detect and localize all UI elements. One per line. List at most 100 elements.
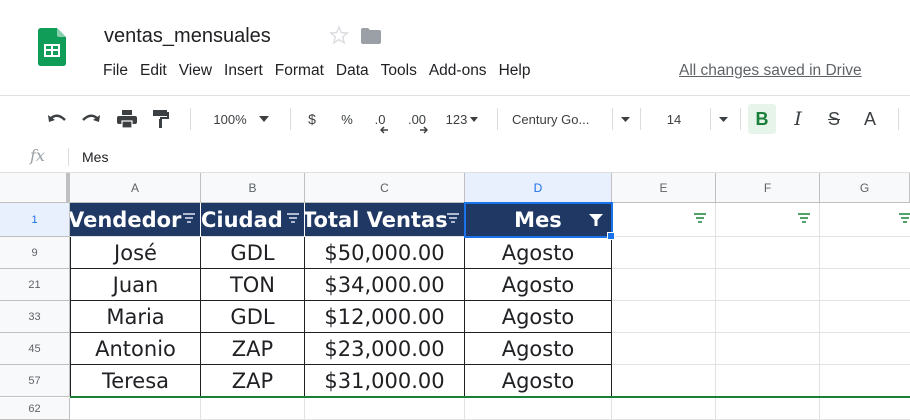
menu-edit[interactable]: Edit [140,62,167,84]
select-all-corner[interactable] [0,173,70,203]
table-cell[interactable] [820,237,910,269]
table-cell[interactable]: $50,000.00 [305,237,465,269]
row-header[interactable]: 57 [0,365,70,397]
table-cell[interactable]: Agosto [465,301,612,333]
redo-icon[interactable] [78,96,104,142]
table-cell[interactable] [820,365,910,397]
table-cell[interactable] [820,333,910,365]
more-formats-button[interactable]: 123 [440,96,484,142]
increase-decimal-button[interactable]: .00 [400,96,434,142]
header-cell-total-ventas[interactable]: Total Ventas [305,203,465,237]
table-cell[interactable] [612,269,716,301]
menu-view[interactable]: View [179,62,212,84]
menu-data[interactable]: Data [336,62,369,84]
table-cell[interactable]: ZAP [201,333,305,365]
row-header[interactable]: 62 [0,398,70,420]
filter-icon[interactable] [286,213,300,223]
table-cell[interactable]: ZAP [201,365,305,397]
table-cell[interactable]: GDL [201,301,305,333]
header-cell-ciudad[interactable]: Ciudad [201,203,305,237]
font-dropdown-icon[interactable] [618,96,632,142]
italic-button[interactable]: I [786,96,810,142]
table-cell[interactable] [716,333,820,365]
table-cell[interactable] [716,269,820,301]
cell-e1[interactable] [612,203,716,237]
table-cell[interactable] [716,237,820,269]
table-cell[interactable]: Agosto [465,365,612,397]
menu-addons[interactable]: Add-ons [429,62,487,84]
table-cell[interactable]: TON [201,269,305,301]
column-header-g[interactable]: G [820,173,910,203]
paint-format-icon[interactable] [148,96,174,142]
table-cell[interactable]: $23,000.00 [305,333,465,365]
decrease-decimal-button[interactable]: .0 [366,96,394,142]
column-header-f[interactable]: F [716,173,820,203]
table-cell[interactable] [716,398,820,420]
font-size-input[interactable]: 14 [656,96,692,142]
column-header-a[interactable]: A [70,173,201,203]
filter-icon[interactable] [898,213,910,223]
print-icon[interactable] [114,96,140,142]
table-cell[interactable] [716,365,820,397]
bold-button[interactable]: B [748,104,776,134]
table-cell[interactable]: José [70,237,201,269]
filter-icon[interactable] [693,213,707,223]
row-header[interactable]: 21 [0,269,70,301]
font-select[interactable]: Century Go... [512,96,608,142]
row-header-1[interactable]: 1 [0,203,70,237]
column-header-b[interactable]: B [201,173,305,203]
table-cell[interactable] [612,398,716,420]
table-cell[interactable] [612,333,716,365]
header-cell-vendedor[interactable]: Vendedor [70,203,201,237]
table-cell[interactable]: Antonio [70,333,201,365]
table-cell[interactable]: Juan [70,269,201,301]
table-cell[interactable]: Agosto [465,333,612,365]
star-icon[interactable] [328,25,350,45]
currency-button[interactable]: $ [302,96,322,142]
table-cell[interactable]: $31,000.00 [305,365,465,397]
table-cell[interactable] [612,365,716,397]
table-cell[interactable]: Teresa [70,365,201,397]
zoom-select[interactable]: 100% [206,96,276,142]
table-cell[interactable] [820,269,910,301]
fill-handle[interactable] [607,232,615,240]
table-cell[interactable]: $12,000.00 [305,301,465,333]
menu-insert[interactable]: Insert [224,62,263,84]
table-cell[interactable]: $34,000.00 [305,269,465,301]
row-header[interactable]: 9 [0,237,70,269]
font-size-dropdown-icon[interactable] [716,96,730,142]
row-header[interactable]: 45 [0,333,70,365]
formula-input[interactable]: Mes [82,149,108,165]
table-cell[interactable] [612,237,716,269]
table-cell[interactable] [70,398,201,420]
column-header-e[interactable]: E [612,173,716,203]
table-cell[interactable]: GDL [201,237,305,269]
menu-tools[interactable]: Tools [381,62,417,84]
row-header[interactable]: 33 [0,301,70,333]
menu-help[interactable]: Help [499,62,531,84]
table-cell[interactable] [820,398,910,420]
folder-icon[interactable] [361,28,381,44]
text-color-button[interactable]: A [858,96,882,142]
table-cell[interactable] [465,398,612,420]
table-cell[interactable] [820,301,910,333]
table-cell[interactable] [716,301,820,333]
table-cell[interactable]: Maria [70,301,201,333]
column-header-d[interactable]: D [465,173,612,203]
cell-g1[interactable] [820,203,910,237]
save-status-link[interactable]: All changes saved in Drive [679,62,862,80]
column-header-c[interactable]: C [305,173,465,203]
undo-icon[interactable] [44,96,70,142]
table-cell[interactable] [305,398,465,420]
percent-button[interactable]: % [336,96,358,142]
sheets-logo-icon[interactable] [38,28,66,66]
document-title[interactable]: ventas_mensuales [104,25,271,48]
strikethrough-button[interactable]: S [822,96,846,142]
menu-format[interactable]: Format [275,62,324,84]
table-cell[interactable] [612,301,716,333]
filter-icon[interactable] [182,213,196,223]
header-cell-mes[interactable]: Mes [465,203,612,237]
filter-active-icon[interactable] [589,214,603,226]
table-cell[interactable] [201,398,305,420]
filter-icon[interactable] [446,213,460,223]
